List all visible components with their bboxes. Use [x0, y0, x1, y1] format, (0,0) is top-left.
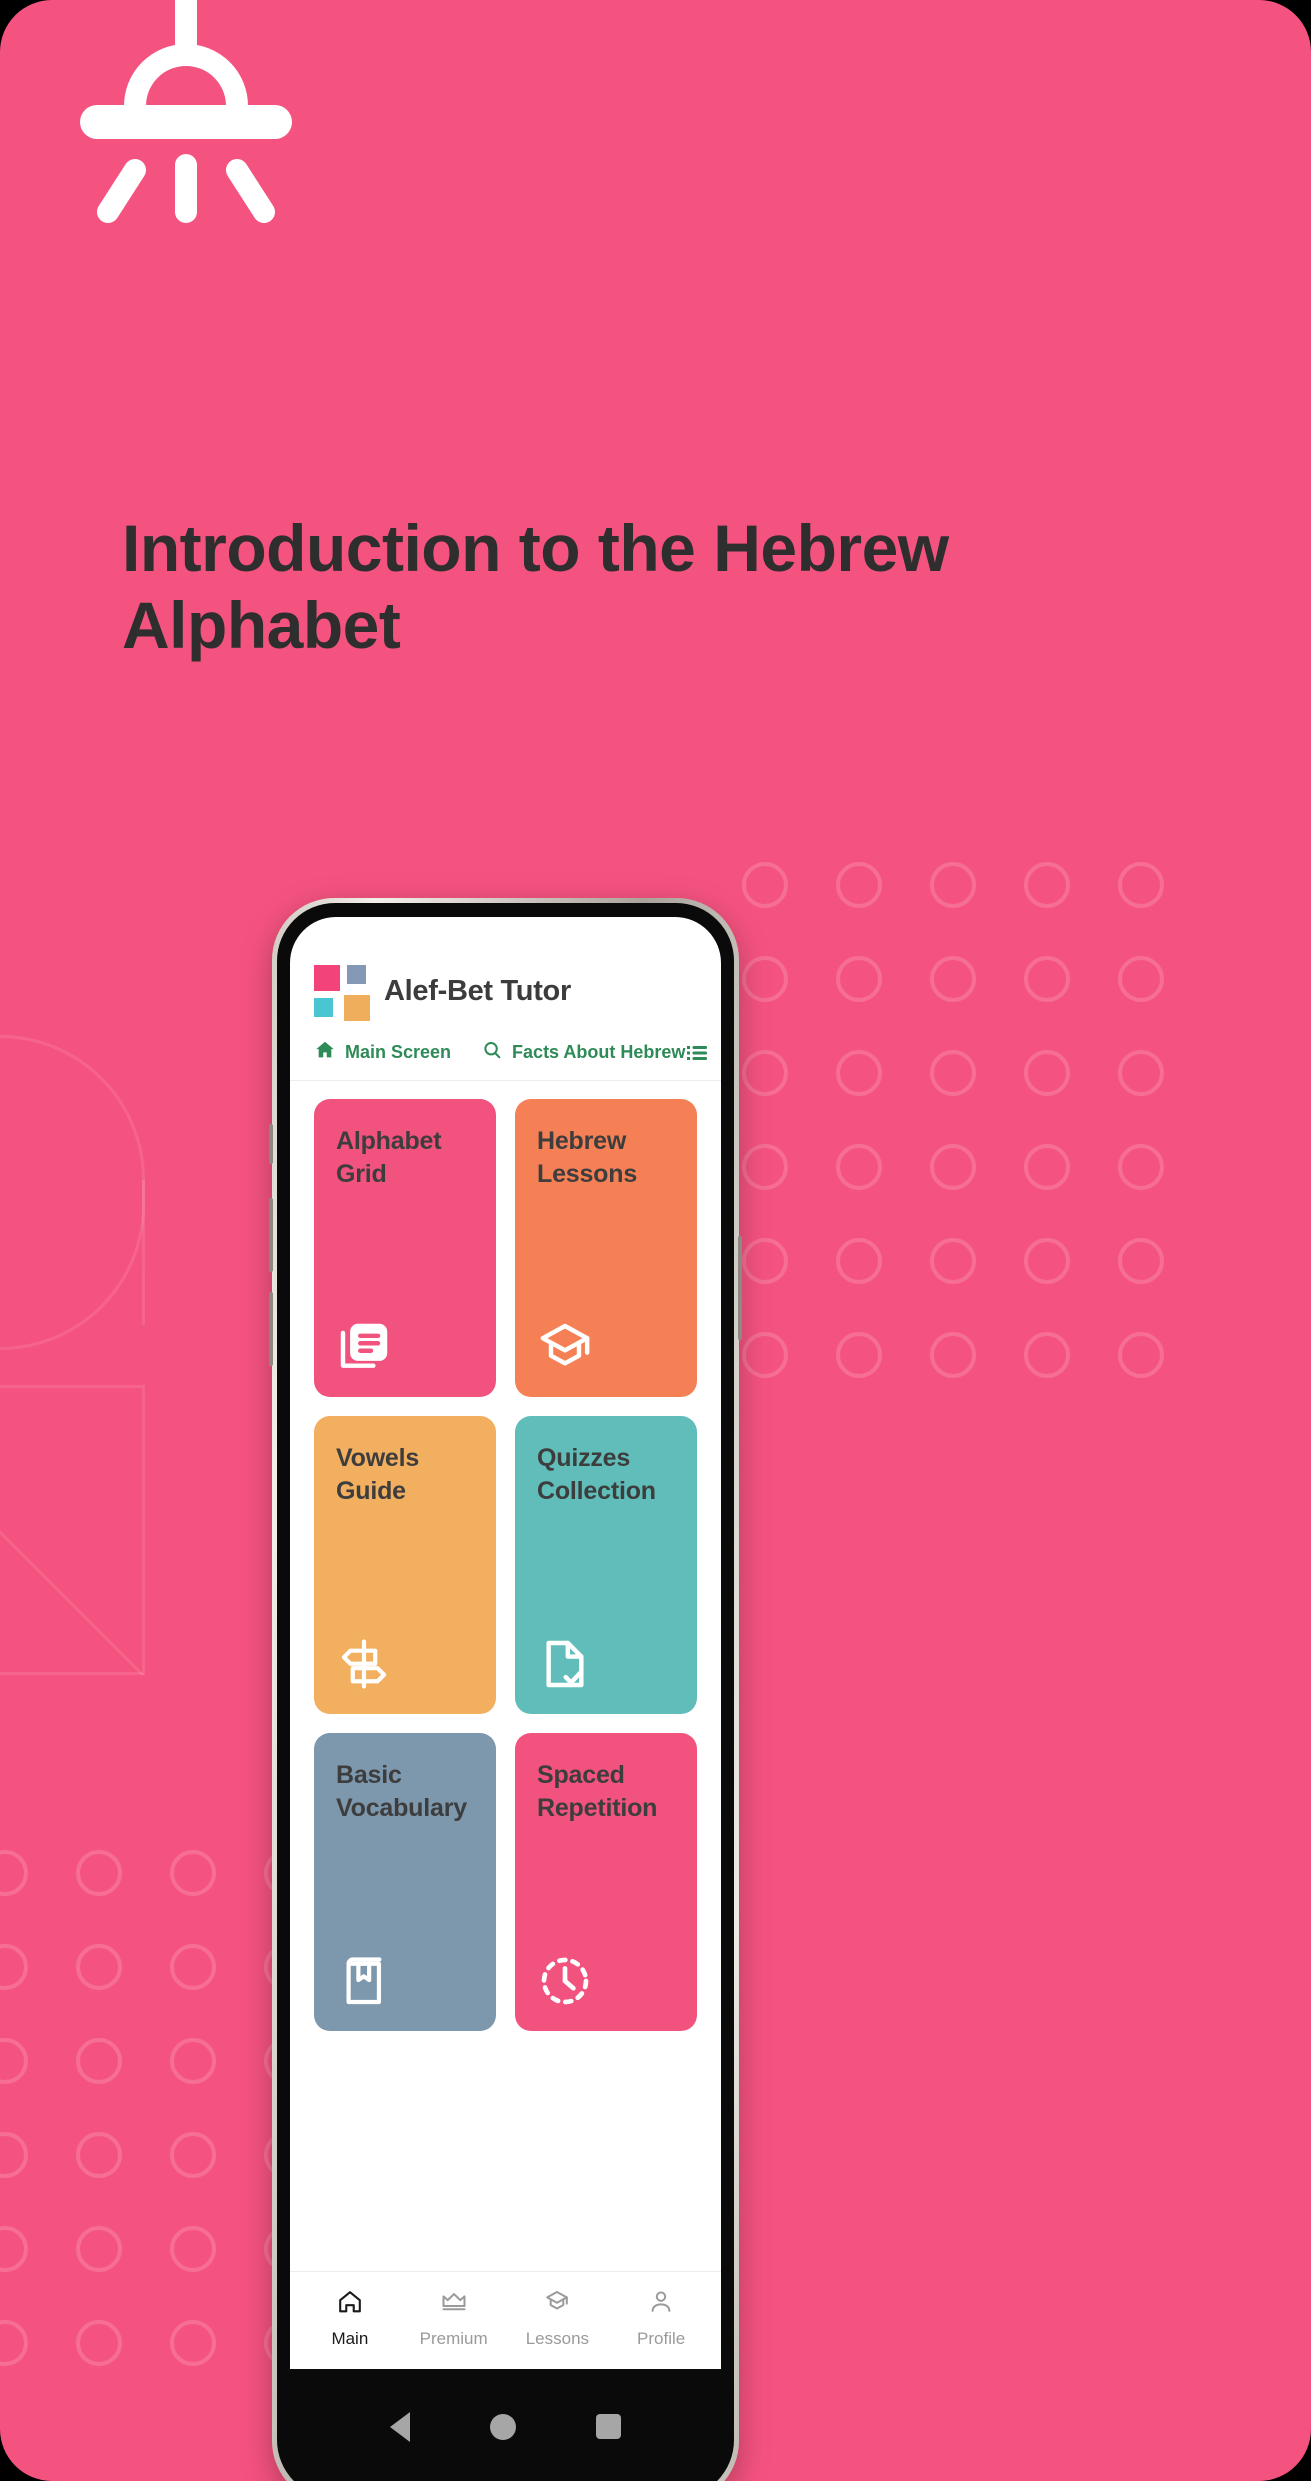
search-icon [481, 1039, 503, 1066]
tile-alphabet-grid-label: Alphabet Grid [336, 1127, 442, 1188]
home-icon [314, 1039, 336, 1066]
tab-lessons-label: Lessons [525, 2329, 590, 2348]
tab-profile-label: Profile [637, 2329, 686, 2348]
tab-lessons[interactable]: Lessons [506, 2288, 610, 2349]
crown-icon [440, 2288, 468, 2321]
tile-quizzes-collection-label: Quizzes Collection [537, 1444, 656, 1505]
nav-item-main-screen[interactable]: Main Screen [314, 1039, 451, 1066]
document-check-icon [537, 1636, 593, 1692]
feature-tile-grid: Alphabet Grid Hebrew Lessons Vowels Guid… [290, 1081, 721, 2271]
ceiling-lamp-icon [62, 0, 352, 290]
dashed-clock-icon [537, 1953, 593, 2009]
recents-square-icon[interactable] [596, 2414, 621, 2439]
decorative-arc-shape [0, 1035, 145, 1325]
phone-bezel: Alef-Bet Tutor Main Screen Facts About H… [277, 903, 734, 2481]
signpost-icon [336, 1636, 392, 1692]
phone-volume-down-button [269, 1292, 273, 1366]
tile-hebrew-lessons-label: Hebrew Lessons [537, 1127, 638, 1188]
tab-main[interactable]: Main [298, 2288, 402, 2349]
tile-basic-vocabulary-label: Basic Vocabulary [336, 1761, 467, 1822]
graduation-cap-outline-icon [543, 2288, 571, 2321]
decorative-circle-grid-right [742, 862, 1164, 1378]
android-system-nav [290, 2375, 721, 2481]
decorative-square-shape [0, 1385, 145, 1675]
tile-vowels-guide[interactable]: Vowels Guide [314, 1416, 496, 1714]
top-navigation-bar: Main Screen Facts About Hebrew [290, 1035, 721, 1081]
home-outline-icon [336, 2288, 364, 2321]
person-icon [647, 2288, 675, 2321]
article-copy-icon [336, 1319, 392, 1375]
tab-profile[interactable]: Profile [609, 2288, 713, 2349]
nav-item-main-screen-label: Main Screen [345, 1042, 452, 1062]
graduation-cap-icon [537, 1319, 593, 1375]
phone-power-button [738, 1236, 742, 1340]
back-triangle-icon[interactable] [390, 2411, 410, 2442]
tile-hebrew-lessons[interactable]: Hebrew Lessons [515, 1099, 697, 1397]
book-bookmark-icon [336, 1953, 392, 2009]
nav-item-facts-about-hebrew[interactable]: Facts About Hebrew [481, 1039, 685, 1066]
app-header: Alef-Bet Tutor [290, 917, 721, 1035]
tab-premium[interactable]: Premium [402, 2288, 506, 2349]
nav-item-facts-about-hebrew-label: Facts About Hebrew [512, 1042, 686, 1062]
tab-main-label: Main [331, 2329, 369, 2348]
decorative-circle-grid-left [0, 1850, 310, 2366]
decorative-diagonal-shape [0, 1385, 145, 1675]
phone-mockup: Alef-Bet Tutor Main Screen Facts About H… [269, 898, 742, 2481]
decorative-arc-shape-lower [0, 1180, 145, 1350]
page-title: Introduction to the Hebrew Alphabet [122, 511, 949, 662]
phone-mute-switch [269, 1124, 273, 1164]
list-menu-icon[interactable] [685, 1041, 709, 1065]
home-circle-icon[interactable] [490, 2413, 516, 2440]
app-screen: Alef-Bet Tutor Main Screen Facts About H… [290, 917, 721, 2369]
tile-spaced-repetition[interactable]: Spaced Repetition [515, 1733, 697, 2031]
phone-volume-up-button [269, 1198, 273, 1272]
tile-spaced-repetition-label: Spaced Repetition [537, 1761, 658, 1822]
tile-vowels-guide-label: Vowels Guide [336, 1444, 420, 1505]
tab-premium-label: Premium [419, 2329, 488, 2348]
app-logo-icon [314, 965, 370, 1021]
tile-alphabet-grid[interactable]: Alphabet Grid [314, 1099, 496, 1397]
bottom-tab-bar: Main Premium Lessons Profile [290, 2271, 721, 2369]
app-title: Alef-Bet Tutor [384, 974, 571, 1007]
tile-quizzes-collection[interactable]: Quizzes Collection [515, 1416, 697, 1714]
tile-basic-vocabulary[interactable]: Basic Vocabulary [314, 1733, 496, 2031]
poster-canvas: Introduction to the Hebrew Alphabet Alef… [0, 0, 1311, 2481]
